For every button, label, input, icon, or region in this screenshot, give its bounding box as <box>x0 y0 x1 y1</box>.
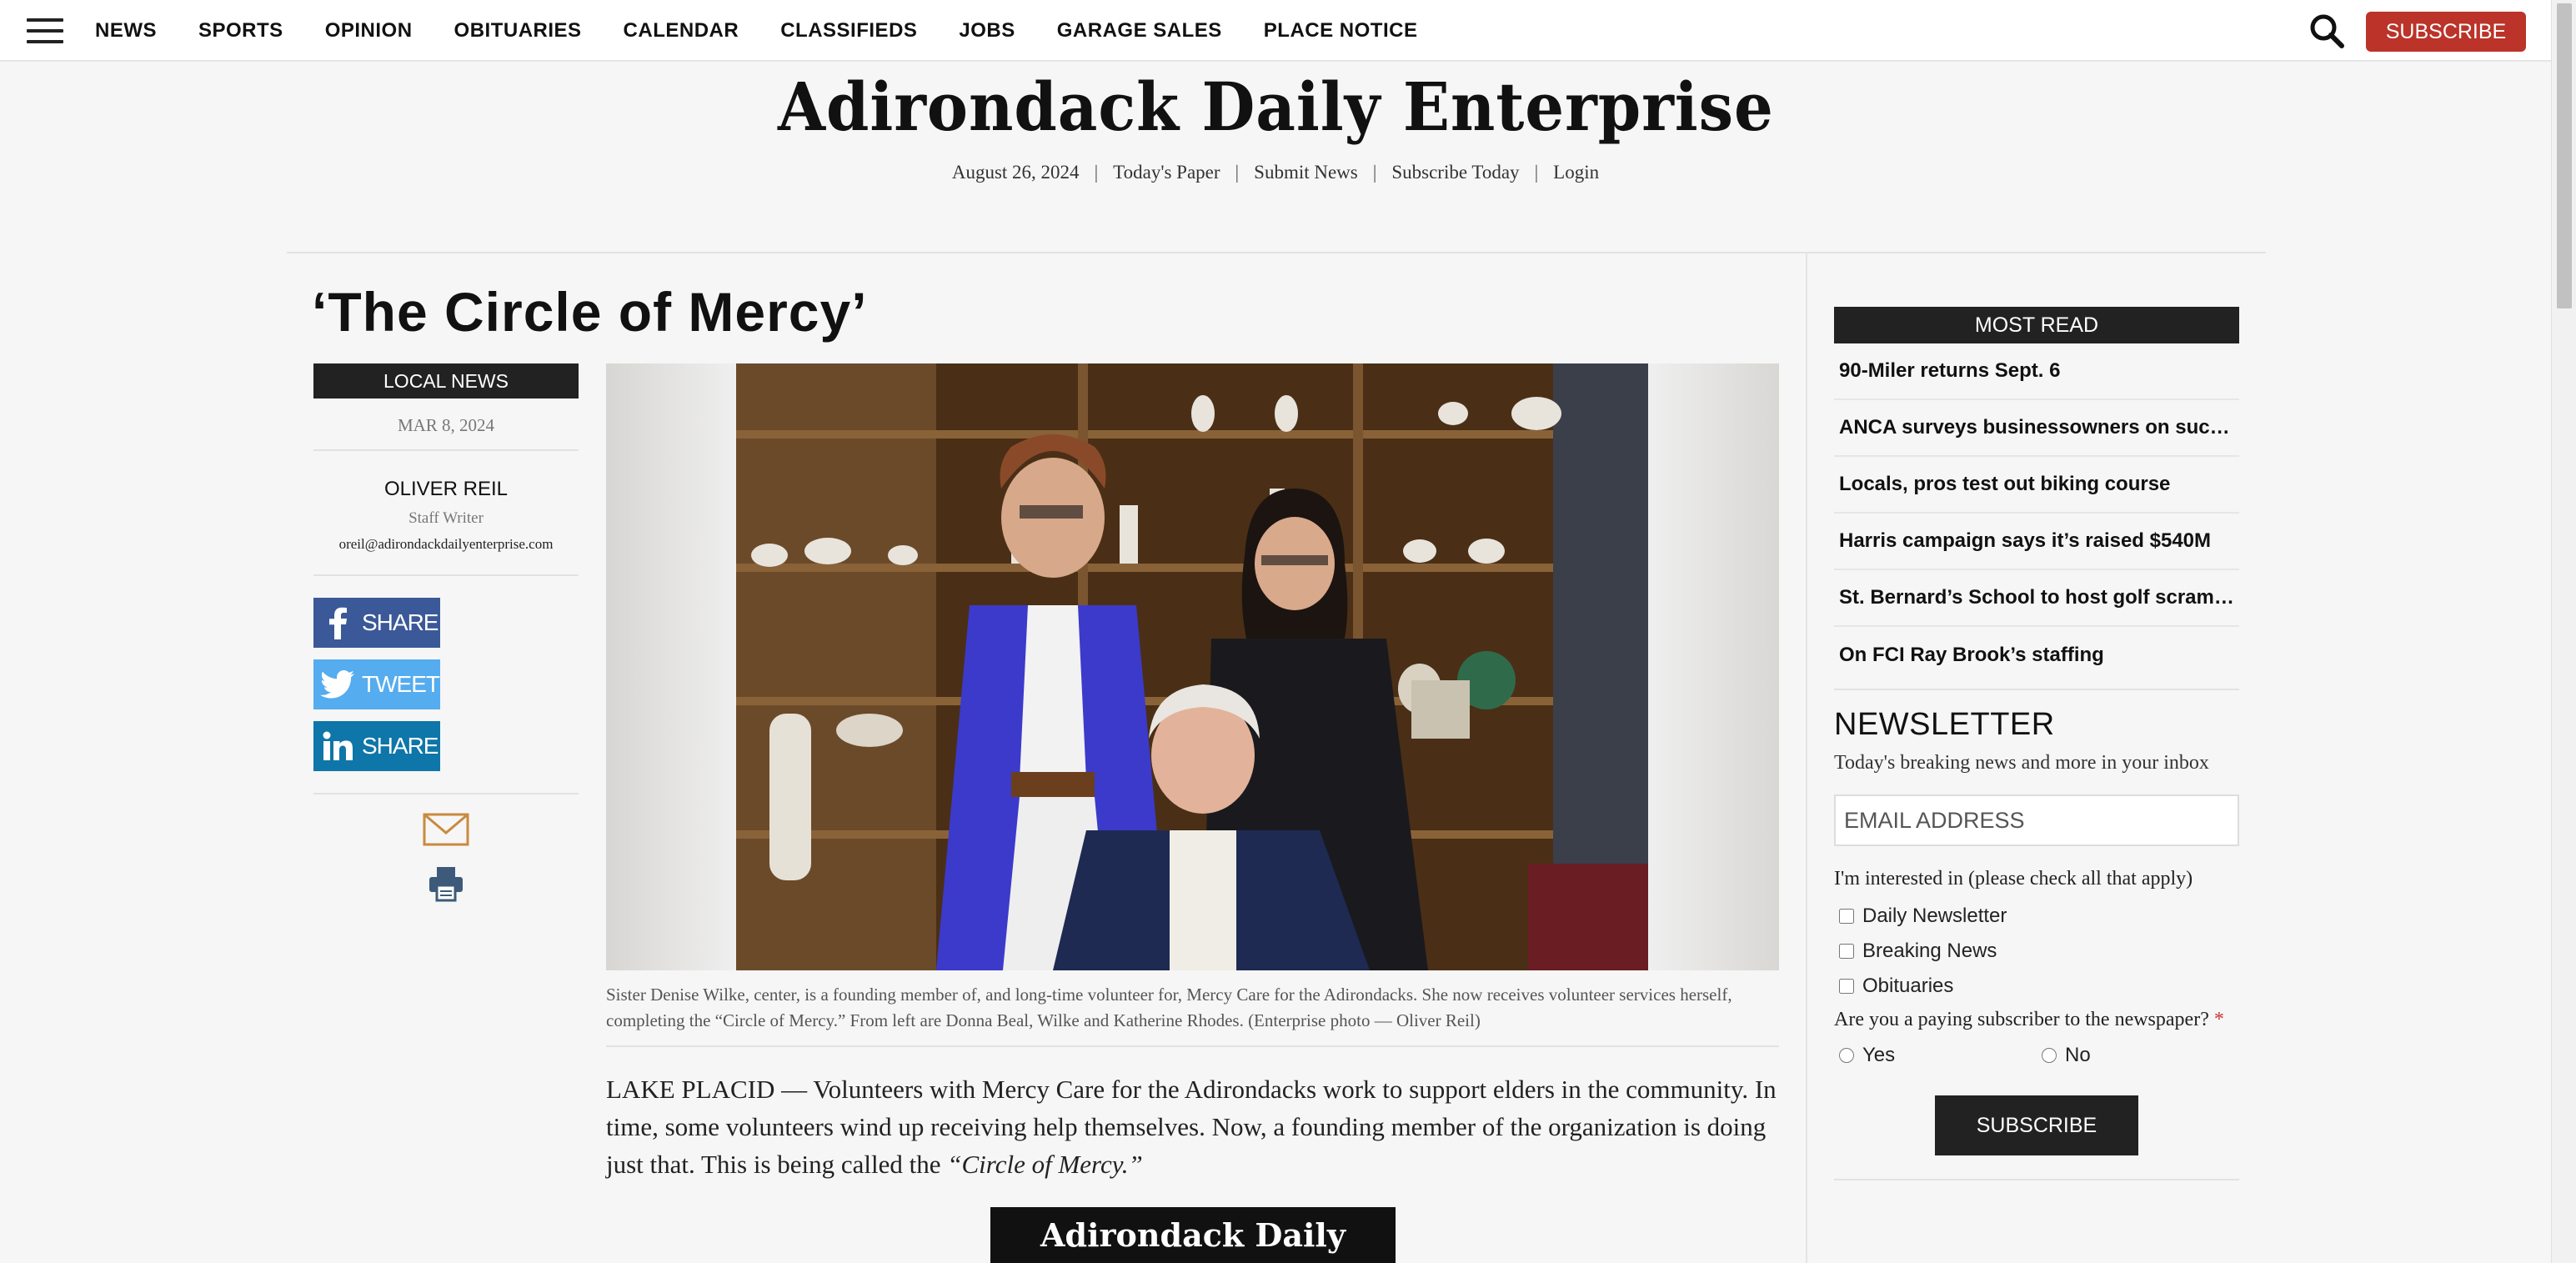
photo-scene <box>736 363 1648 970</box>
subscribe-button[interactable]: SUBSCRIBE <box>2366 12 2526 52</box>
nav-garage-sales[interactable]: GARAGE SALES <box>1057 19 1222 43</box>
option-obituaries[interactable]: Obituaries <box>1834 969 2037 1004</box>
option-daily-newsletter[interactable]: Daily Newsletter <box>1834 899 2037 934</box>
required-mark: * <box>2213 1009 2224 1030</box>
linkedin-share-label: SHARE <box>362 733 439 759</box>
paying-subscriber-radios: Yes No <box>1834 1044 2239 1067</box>
page-scrollbar[interactable] <box>2551 0 2576 1263</box>
body-paragraph-emphasis: “Circle of Mercy.” <box>947 1150 1143 1179</box>
divider <box>1834 1179 2239 1180</box>
newsletter-options: Daily Newsletter Breaking News Obituarie… <box>1834 899 2239 1004</box>
twitter-share-button[interactable]: TWEET <box>313 659 440 709</box>
column-divider <box>1806 252 1807 1263</box>
most-read-item[interactable]: Locals, pros test out biking course <box>1834 457 2239 514</box>
obituaries-checkbox[interactable] <box>1839 979 1854 994</box>
current-date: August 26, 2024 <box>951 162 1080 183</box>
facebook-share-button[interactable]: SHARE <box>313 598 440 648</box>
nav-news[interactable]: NEWS <box>95 19 157 43</box>
paying-subscriber-question: Are you a paying subscriber to the newsp… <box>1834 1004 2239 1035</box>
most-read-heading: MOST READ <box>1834 307 2239 343</box>
facebook-icon <box>313 606 362 639</box>
most-read-item-title: Locals, pros test out biking course <box>1839 473 2171 495</box>
most-read-item-title: St. Bernard’s School to host golf scramb… <box>1839 586 2236 609</box>
sidebar: MOST READ 90-Miler returns Sept. 6 ANCA … <box>1834 307 2239 1180</box>
masthead: Adirondack Daily Enterprise August 26, 2… <box>0 65 2551 183</box>
facebook-share-label: SHARE <box>362 609 439 635</box>
article-headline: ‘The Circle of Mercy’ <box>312 281 868 343</box>
print-icon[interactable] <box>428 865 464 906</box>
top-nav: NEWS SPORTS OPINION OBITUARIES CALENDAR … <box>0 0 2551 62</box>
most-read-item[interactable]: ANCA surveys businessowners on successio… <box>1834 400 2239 457</box>
most-read-item-title: 90-Miler returns Sept. 6 <box>1839 359 2061 382</box>
daily-newsletter-checkbox[interactable] <box>1839 909 1854 924</box>
inline-ad-logo[interactable]: Adirondack Daily Enterprise <box>990 1207 1396 1263</box>
linkedin-share-button[interactable]: SHARE <box>313 721 440 771</box>
nav-place-notice[interactable]: PLACE NOTICE <box>1264 19 1418 43</box>
radio-label: Yes <box>1862 1044 1896 1066</box>
most-read-item[interactable]: St. Bernard’s School to host golf scramb… <box>1834 570 2239 627</box>
divider <box>1834 689 2239 690</box>
body-paragraph-lead: LAKE PLACID — Volunteers with Mercy Care… <box>606 1075 1777 1179</box>
todays-paper-link[interactable]: Today's Paper <box>1113 162 1220 183</box>
scrollbar-thumb[interactable] <box>2557 3 2572 308</box>
most-read-item[interactable]: 90-Miler returns Sept. 6 <box>1834 343 2239 400</box>
most-read-item-title: Harris campaign says it’s raised $540M <box>1839 529 2212 552</box>
email-icon[interactable] <box>423 813 469 850</box>
login-link[interactable]: Login <box>1553 162 1599 183</box>
divider <box>287 252 2266 253</box>
author-role: Staff Writer <box>408 509 484 527</box>
search-icon[interactable] <box>2308 12 2346 50</box>
author-email[interactable]: oreil@adirondackdailyenterprise.com <box>313 536 579 576</box>
newsletter-heading: NEWSLETTER <box>1834 707 2055 742</box>
radio-no[interactable]: No <box>2037 1044 2239 1067</box>
masthead-subbar: August 26, 2024 | Today's Paper | Submit New… <box>951 162 1600 183</box>
nav-opinion[interactable]: OPINION <box>325 19 413 43</box>
most-read-list: 90-Miler returns Sept. 6 ANCA surveys bu… <box>1834 343 2239 684</box>
lead-photo[interactable] <box>606 363 1779 970</box>
yes-radio[interactable] <box>1839 1048 1854 1063</box>
site-logo[interactable]: Adirondack Daily Enterprise <box>778 65 1774 148</box>
linkedin-icon <box>313 730 362 762</box>
nav-calendar[interactable]: CALENDAR <box>624 19 739 43</box>
twitter-icon <box>313 670 362 699</box>
main-nav: NEWS SPORTS OPINION OBITUARIES CALENDAR … <box>95 0 1459 62</box>
option-breaking-news[interactable]: Breaking News <box>1834 934 2037 969</box>
twitter-share-label: TWEET <box>362 671 440 697</box>
share-buttons: SHARE TWEET SHARE <box>313 598 579 794</box>
nav-sports[interactable]: SPORTS <box>198 19 283 43</box>
most-read-item[interactable]: Harris campaign says it’s raised $540M <box>1834 514 2239 570</box>
menu-icon[interactable] <box>27 18 63 43</box>
photo-caption: Sister Denise Wilke, center, is a foundi… <box>606 982 1779 1047</box>
article-tools <box>313 813 579 906</box>
author-name[interactable]: OLIVER REIL <box>313 478 579 501</box>
email-field[interactable] <box>1834 794 2239 846</box>
most-read-item-title: ANCA surveys businessowners on successio… <box>1839 416 2236 439</box>
most-read-item-title: On FCI Ray Brook’s staffing <box>1839 644 2104 666</box>
option-label: Daily Newsletter <box>1862 905 2007 927</box>
radio-label: No <box>2065 1044 2091 1066</box>
option-label: Breaking News <box>1862 940 1997 962</box>
publish-date: MAR 8, 2024 <box>313 415 579 451</box>
subscribe-today-link[interactable]: Subscribe Today <box>1391 162 1519 183</box>
no-radio[interactable] <box>2042 1048 2057 1063</box>
newsletter-subscribe-button[interactable]: SUBSCRIBE <box>1935 1095 2138 1155</box>
most-read-item[interactable]: On FCI Ray Brook’s staffing <box>1834 627 2239 684</box>
paying-question-text: Are you a paying subscriber to the newsp… <box>1834 1009 2209 1030</box>
nav-jobs[interactable]: JOBS <box>959 19 1015 43</box>
submit-news-link[interactable]: Submit News <box>1254 162 1358 183</box>
category-badge[interactable]: LOCAL NEWS <box>313 363 579 398</box>
nav-obituaries[interactable]: OBITUARIES <box>454 19 582 43</box>
nav-classifieds[interactable]: CLASSIFIEDS <box>780 19 917 43</box>
radio-yes[interactable]: Yes <box>1834 1044 2037 1067</box>
option-label: Obituaries <box>1862 975 1954 997</box>
newsletter-subtitle: Today's breaking news and more in your i… <box>1834 752 2209 774</box>
interest-label: I'm interested in (please check all that… <box>1834 868 2193 890</box>
breaking-news-checkbox[interactable] <box>1839 944 1854 959</box>
article-body: LAKE PLACID — Volunteers with Mercy Care… <box>606 1070 1779 1183</box>
article-meta: LOCAL NEWS MAR 8, 2024 OLIVER REIL Staff… <box>313 363 579 906</box>
